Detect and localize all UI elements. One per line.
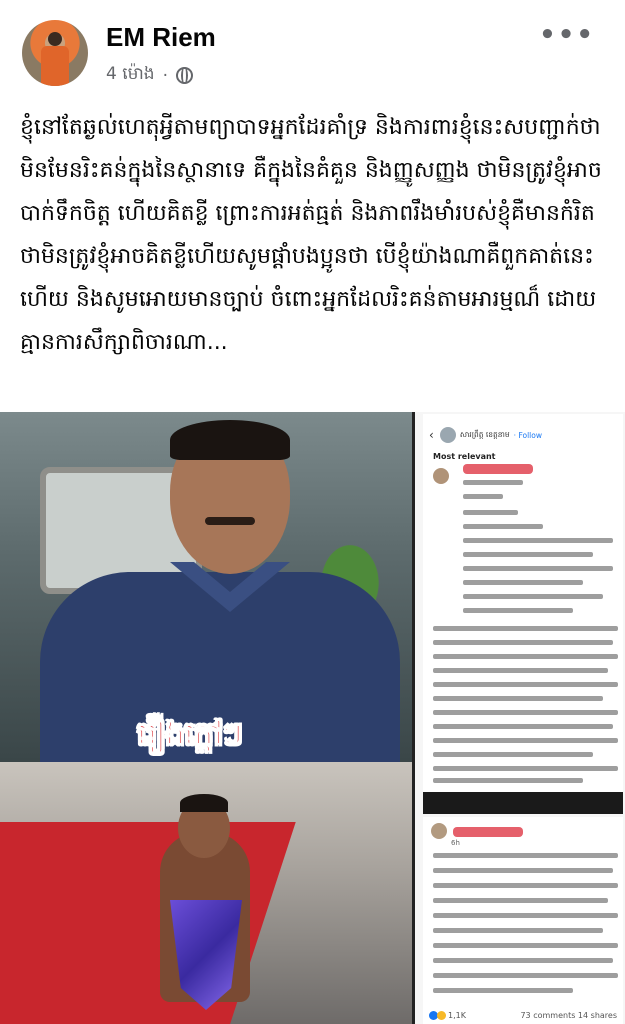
comment-line bbox=[433, 868, 613, 873]
comment-line bbox=[463, 594, 603, 599]
comment-line bbox=[433, 626, 618, 631]
haha-icon bbox=[437, 1010, 446, 1020]
comment-line bbox=[463, 580, 583, 585]
composite-photo[interactable]: រឿងក្តៅៗ bbox=[0, 412, 412, 1024]
comment-line bbox=[433, 883, 618, 888]
comment-line bbox=[433, 973, 618, 978]
comment-line bbox=[463, 566, 613, 571]
comment-time: 6h bbox=[451, 839, 460, 847]
comment-line bbox=[433, 988, 573, 993]
comment-line bbox=[433, 752, 593, 757]
comment-line bbox=[463, 552, 593, 557]
redacted-name bbox=[453, 827, 523, 837]
reaction-bar: 1,1K 73 comments 14 shares bbox=[423, 1007, 623, 1023]
comment-line bbox=[433, 913, 618, 918]
comment-line bbox=[463, 538, 613, 543]
comment-line bbox=[433, 724, 613, 729]
photo-caption: រឿងក្តៅៗ bbox=[137, 717, 243, 753]
back-arrow-icon: ‹ bbox=[429, 428, 434, 442]
comment-line bbox=[433, 928, 603, 933]
comment-line bbox=[433, 696, 603, 701]
reaction-count: 1,1K bbox=[448, 1010, 466, 1020]
globe-icon bbox=[176, 67, 193, 84]
comment-line bbox=[433, 654, 618, 659]
comment-line bbox=[463, 608, 573, 613]
comment-share-counts: 73 comments 14 shares bbox=[520, 1011, 617, 1020]
comment-line bbox=[433, 668, 608, 673]
comment-line bbox=[433, 682, 618, 687]
post-text: ខ្ញុំនៅតែឆ្ងល់ហេតុអ្វីតាមព្យាបាទអ្នកដែរគ… bbox=[20, 115, 602, 355]
comment-line bbox=[433, 853, 618, 858]
avatar-figure-head bbox=[48, 32, 62, 46]
post-media[interactable]: រឿងក្តៅៗ ‹ សារព្រឹត្ត ខេត្តនាម · Follow … bbox=[0, 412, 625, 1024]
comment-line bbox=[463, 524, 543, 529]
comment-line bbox=[433, 943, 618, 948]
comment-line bbox=[433, 766, 618, 771]
comment-line bbox=[433, 710, 618, 715]
comments-screenshots[interactable]: ‹ សារព្រឹត្ត ខេត្តនាម · Follow Most rele… bbox=[412, 412, 625, 1024]
comment-count: 73 comments bbox=[520, 1010, 576, 1020]
page-name: សារព្រឹត្ត ខេត្តនាម bbox=[459, 429, 510, 439]
carpet-person-hair bbox=[180, 794, 228, 812]
avatar-figure-body bbox=[41, 46, 69, 86]
meta-separator: · bbox=[162, 65, 168, 86]
commenter-avatar bbox=[433, 468, 449, 484]
caption-band: រឿងក្តៅៗ bbox=[60, 710, 320, 764]
commenter-avatar bbox=[431, 823, 447, 839]
post-header: EM Riem 4 ម៉ោង · ••• bbox=[0, 0, 625, 100]
comment-line bbox=[463, 510, 518, 515]
author-name[interactable]: EM Riem bbox=[106, 22, 216, 53]
comment-line bbox=[433, 640, 613, 645]
screenshot-header: ‹ សារព្រឹត្ត ខេត្តនាម · Follow bbox=[423, 422, 623, 448]
follow-link: · Follow bbox=[513, 430, 542, 440]
comment-line bbox=[463, 480, 523, 485]
red-carpet-photo bbox=[0, 762, 412, 1024]
post-time[interactable]: 4 ម៉ោង bbox=[106, 63, 155, 88]
comment-line bbox=[433, 898, 608, 903]
share-count: 14 shares bbox=[577, 1010, 617, 1020]
more-options-icon[interactable]: ••• bbox=[539, 20, 595, 50]
comments-screenshot-top: ‹ សារព្រឹត្ត ខេត្តនាម · Follow Most rele… bbox=[423, 414, 623, 814]
post-meta: 4 ម៉ោង · bbox=[106, 63, 193, 88]
person-mustache bbox=[205, 517, 255, 525]
comment-line bbox=[433, 738, 618, 743]
redacted-name bbox=[463, 464, 533, 474]
author-avatar[interactable] bbox=[22, 20, 88, 86]
person-hair bbox=[170, 420, 290, 460]
reaction-summary: 1,1K bbox=[429, 1010, 466, 1020]
page-avatar bbox=[439, 427, 456, 443]
red-carpet bbox=[0, 822, 296, 1024]
comment-line bbox=[433, 778, 583, 783]
comments-screenshot-bottom: 6h 1,1K 73 comments 14 shares bbox=[423, 817, 623, 1024]
sort-label: Most relevant bbox=[433, 452, 496, 461]
screenshot-dark-strip bbox=[423, 792, 623, 814]
comment-line bbox=[463, 494, 503, 499]
comment-line bbox=[433, 958, 613, 963]
portrait-photo: រឿងក្តៅៗ bbox=[0, 412, 412, 772]
